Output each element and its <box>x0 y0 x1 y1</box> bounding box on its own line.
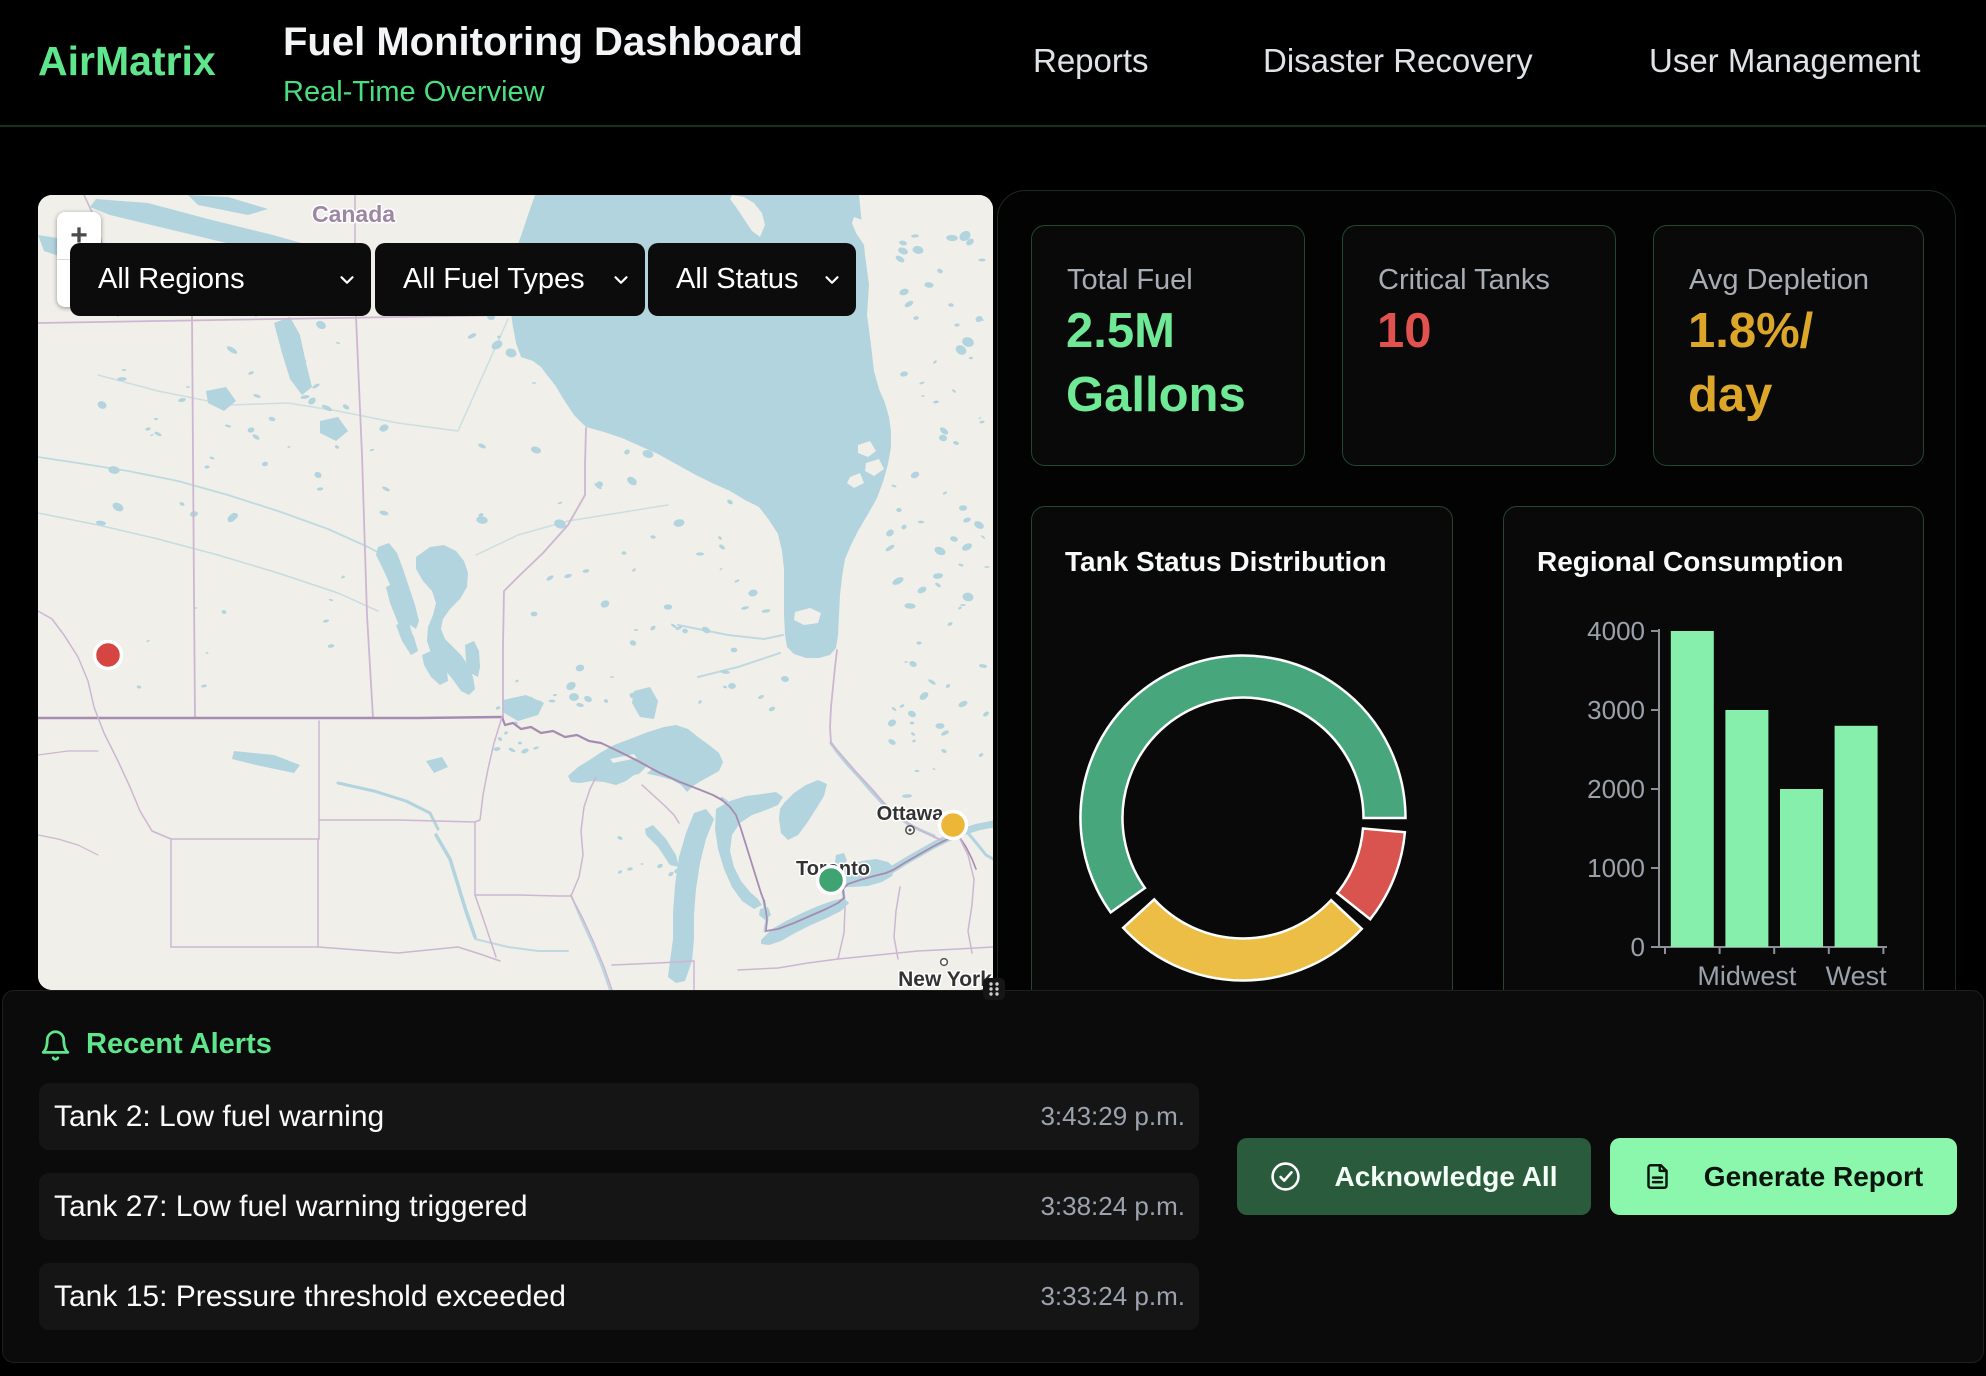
svg-text:New York: New York <box>898 968 992 990</box>
svg-text:0: 0 <box>1631 932 1645 962</box>
svg-text:3000: 3000 <box>1587 695 1645 725</box>
svg-text:West: West <box>1826 961 1888 991</box>
svg-text:Midwest: Midwest <box>1697 961 1797 991</box>
svg-text:4000: 4000 <box>1587 616 1645 646</box>
svg-text:Ottawa: Ottawa <box>877 803 945 825</box>
svg-text:1000: 1000 <box>1587 853 1645 883</box>
svg-text:Canada: Canada <box>312 201 395 227</box>
svg-text:2000: 2000 <box>1587 774 1645 804</box>
